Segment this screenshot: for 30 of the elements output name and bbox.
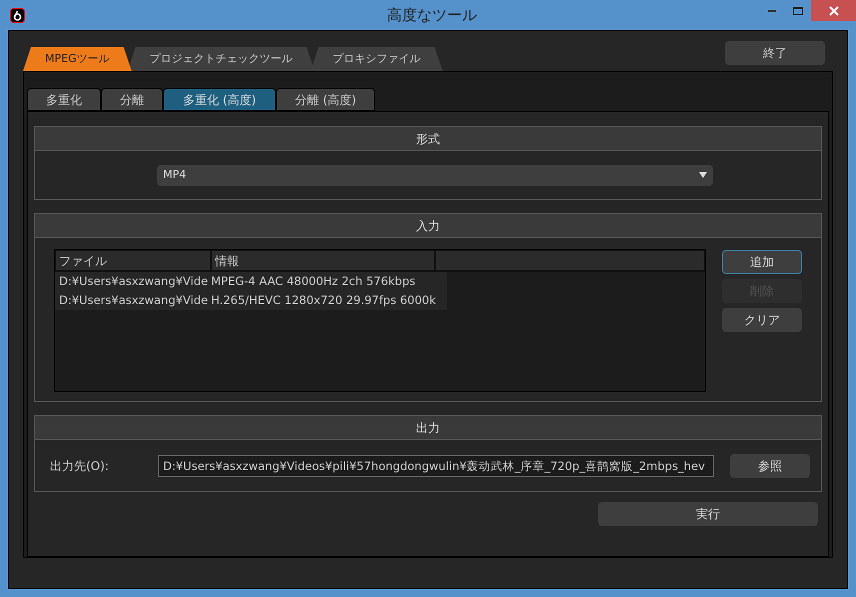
- section-title: 形式: [35, 127, 821, 151]
- column-header[interactable]: 情報: [211, 250, 435, 271]
- main-tab[interactable]: プロキシファイル: [310, 47, 443, 71]
- table-cell-text: D:¥Users¥asxzwang¥Vide: [59, 272, 209, 290]
- browse-button[interactable]: 参照: [730, 454, 810, 478]
- dropdown-value: MP4: [163, 166, 186, 183]
- run-button[interactable]: 実行: [598, 502, 818, 526]
- column-header[interactable]: ファイル: [55, 250, 211, 271]
- main-tab[interactable]: プロジェクトチェックツール: [128, 47, 315, 71]
- output-path-field[interactable]: D:¥Users¥asxzwang¥Videos¥pili¥57hongdongwulin¥轰动武林_序章_720p_喜鹊窝版_2mbps_hev: [158, 454, 714, 476]
- app-logo-icon: [10, 8, 25, 22]
- dropdown-arrow-icon: [699, 172, 707, 178]
- table-cell-text: MPEG-4 AAC 48000Hz 2ch 576kbps: [211, 272, 416, 290]
- sub-tab[interactable]: 分離 (高度): [276, 88, 376, 111]
- output-label: 出力先(O):: [50, 458, 110, 474]
- list-action-button[interactable]: クリア: [722, 308, 802, 332]
- sub-tab[interactable]: 多重化: [27, 88, 101, 111]
- window-title: 高度なツール: [387, 4, 477, 26]
- close-button[interactable]: [811, 0, 856, 21]
- close-icon: [828, 6, 838, 16]
- main-tab[interactable]: MPEGツール: [23, 47, 132, 71]
- table-cell-text: D:¥Users¥asxzwang¥Vide: [59, 292, 209, 309]
- exit-button[interactable]: 終了: [725, 41, 825, 65]
- table-cell-text: H.265/HEVC 1280x720 29.97fps 6000k: [211, 292, 436, 309]
- format-dropdown[interactable]: MP4: [157, 164, 713, 186]
- list-action-button[interactable]: 追加: [722, 250, 802, 274]
- sub-tab[interactable]: 分離: [101, 88, 163, 111]
- section-title: 入力: [35, 214, 821, 238]
- sub-tab[interactable]: 多重化 (高度): [163, 88, 276, 111]
- section-title: 出力: [35, 416, 821, 440]
